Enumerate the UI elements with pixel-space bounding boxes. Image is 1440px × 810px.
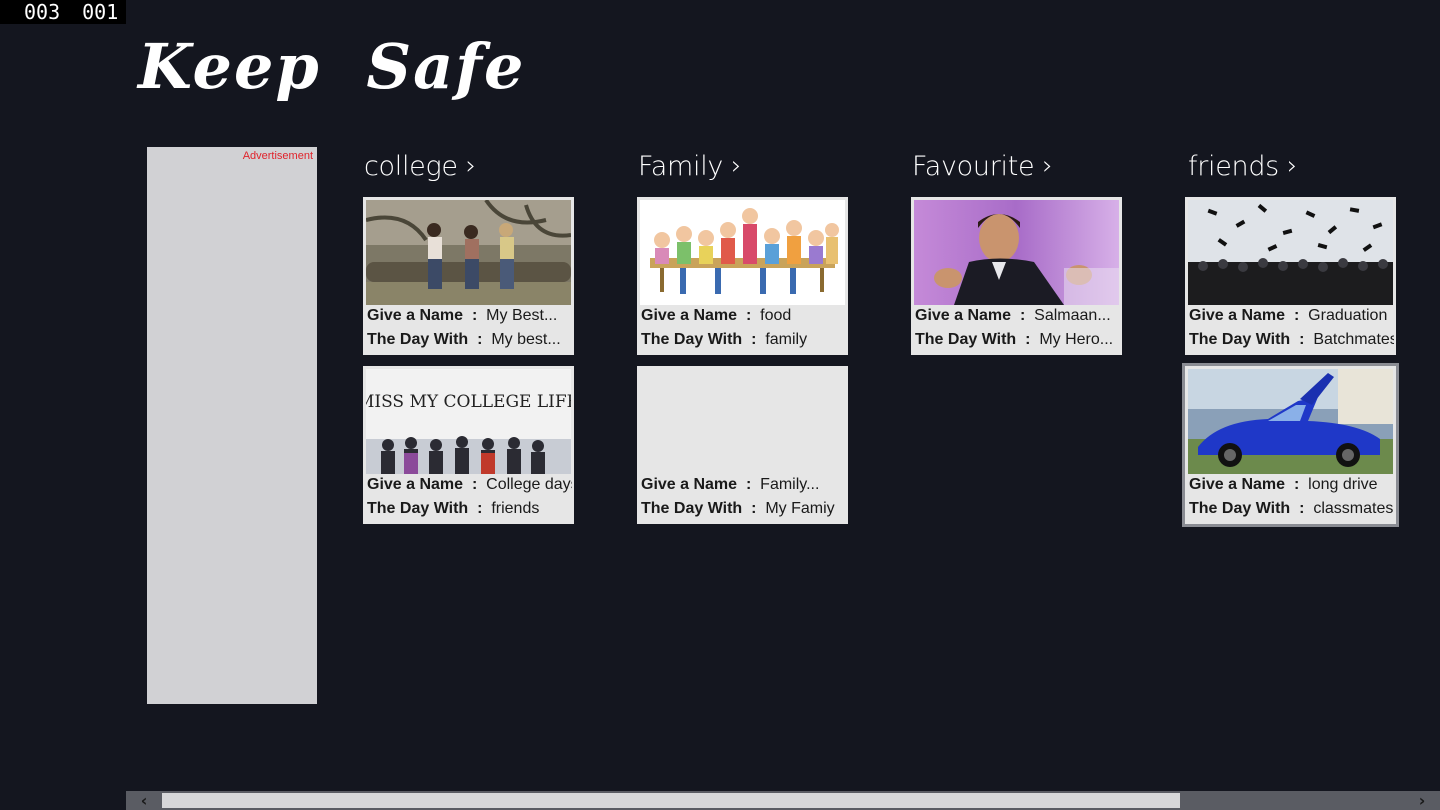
tile-name-value: Graduation (1308, 307, 1388, 324)
chevron-left-icon[interactable]: ‹ (126, 791, 162, 810)
tile-name-value: Salmaan... (1034, 307, 1111, 324)
tile-name-row: Give a Name : Salmaan... (915, 307, 1111, 324)
tile-with-row: The Day With : friends (367, 500, 540, 517)
group-title: Family (638, 150, 724, 182)
tile-with-value: family (765, 331, 808, 348)
family-dinner-cartoon (640, 200, 845, 305)
group-friends: friends › Give a Name: Graduation The D… (1182, 146, 1400, 527)
tile-name-row: Give a Name : College days (367, 476, 572, 494)
app-title: Keep Safe (138, 30, 526, 103)
group-family: Family › Give a Name: food The Day With… (637, 146, 850, 524)
tile-item[interactable]: Give a Name : Family... The Day With : M… (637, 366, 848, 524)
tile-item[interactable]: Give a Name : Graduation The Day With : … (1185, 197, 1396, 355)
tile-name-row: Give a Name : My Best... (367, 307, 558, 324)
miss-my-college-life-photo: MISS MY COLLEGE LIFE (366, 369, 571, 474)
chevron-right-icon[interactable]: › (1404, 791, 1440, 810)
frame-counter: 003 001 (0, 0, 126, 24)
scrollbar-thumb[interactable] (162, 793, 1180, 808)
tile-item[interactable]: Give a Name : food The Day With : family (637, 197, 848, 355)
image-caption: MISS MY COLLEGE LIFE (366, 392, 571, 412)
chevron-right-icon: › (1286, 151, 1298, 181)
group-favourite: Favourite › Give a Name: Salmaan... The… (911, 146, 1124, 355)
tile-with-row: The Day With : My Hero... (915, 331, 1114, 348)
tile-name-row: Give a Name : food (641, 307, 792, 324)
group-header-college[interactable]: college › (364, 146, 576, 186)
group-title: college (364, 150, 458, 182)
group-title: friends (1188, 150, 1279, 182)
tile-with-value: friends (491, 500, 540, 517)
advertisement-label: Advertisement (242, 150, 313, 162)
tile-with-row: The Day With : classmates (1189, 500, 1394, 517)
tile-name-row: Give a Name : long drive (1189, 476, 1378, 493)
counter-right: 001 (82, 0, 119, 24)
advertisement-panel[interactable]: Advertisement (147, 147, 317, 704)
group-title: Favourite (912, 150, 1035, 182)
tile-name-value: food (760, 307, 792, 324)
tile-item-selected[interactable]: Give a Name : long drive The Day With : … (1182, 363, 1399, 527)
tile-item[interactable]: MISS MY COLLEGE LIFE Give a Name : Colle… (363, 366, 574, 524)
tile-with-value: classmates (1313, 500, 1394, 517)
graduation-caps-photo (1188, 200, 1393, 305)
tile-with-row: The Day With : My Famiy (641, 500, 835, 517)
tile-name-row: Give a Name : Family... (641, 476, 820, 493)
group-header-family[interactable]: Family › (638, 146, 850, 186)
tile-item[interactable]: Give a Name : Salmaan... The Day With : … (911, 197, 1122, 355)
chevron-right-icon: › (465, 151, 476, 181)
tile-with-value: My Famiy (765, 500, 835, 517)
tile-name-row: Give a Name : Graduation (1189, 307, 1388, 324)
tile-with-row: The Day With : family (641, 331, 808, 348)
empty-image (640, 369, 845, 474)
tile-name-value: Family... (760, 476, 820, 493)
group-header-favourite[interactable]: Favourite › (912, 146, 1124, 186)
tile-name-value: College days (486, 476, 572, 493)
friends-on-log-photo (366, 200, 571, 305)
chevron-right-icon: › (731, 151, 742, 181)
tile-name-value: My Best... (486, 307, 558, 324)
group-college: college › Give a Name : My Best... The D… (363, 146, 576, 524)
blue-sports-car-photo (1188, 369, 1393, 474)
chevron-right-icon: › (1042, 151, 1053, 181)
counter-left: 003 (24, 0, 61, 24)
tile-with-row: The Day With : Batchmates (1189, 331, 1394, 349)
tile-item[interactable]: Give a Name : My Best... The Day With : … (363, 197, 574, 355)
group-header-friends[interactable]: friends › (1188, 146, 1400, 186)
tile-with-row: The Day With : My best... (367, 331, 561, 348)
actor-portrait-photo (914, 200, 1119, 305)
tile-name-value: long drive (1308, 476, 1378, 493)
tile-with-value: My best... (491, 331, 561, 348)
tile-with-value: My Hero... (1039, 331, 1114, 348)
horizontal-scrollbar[interactable]: ‹ › (126, 791, 1440, 810)
tile-with-value: Batchmates (1313, 331, 1394, 348)
